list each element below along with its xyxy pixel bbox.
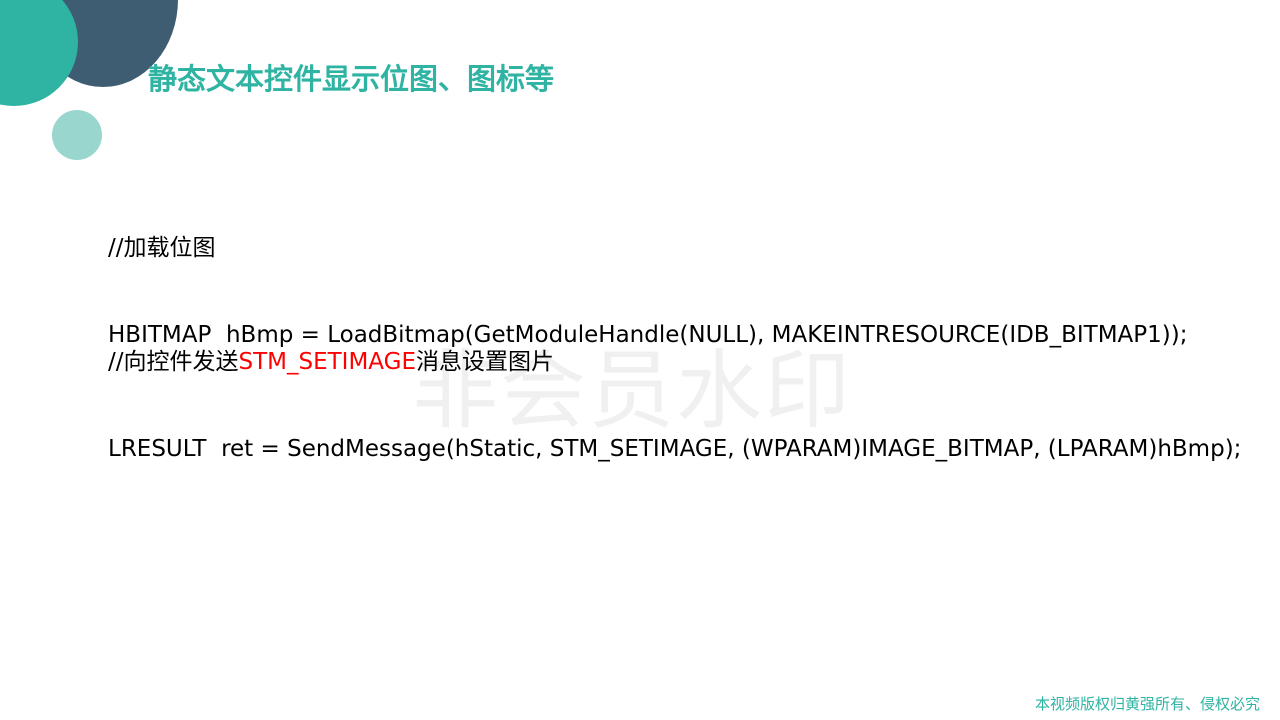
code-statement: LRESULT ret = SendMessage(hStatic, STM_S… <box>108 436 1242 462</box>
decorative-circle-teal <box>0 0 78 106</box>
code-block-send-message: //向控件发送STM_SETIMAGE消息设置图片 LRESULT ret = … <box>108 290 1241 522</box>
slide: 静态文本控件显示位图、图标等 非会员水印 //加载位图 HBITMAP hBmp… <box>0 0 1280 720</box>
code-comment: //加载位图 <box>108 235 216 261</box>
code-comment: //向控件发送STM_SETIMAGE消息设置图片 <box>108 348 1241 377</box>
comment-prefix: //向控件发送 <box>108 349 239 375</box>
slide-title: 静态文本控件显示位图、图标等 <box>148 62 555 96</box>
comment-suffix: 消息设置图片 <box>416 349 554 375</box>
copyright-footer: 本视频版权归黄强所有、侵权必究 <box>1034 695 1260 713</box>
decorative-circle-light <box>52 110 102 160</box>
comment-highlight: STM_SETIMAGE <box>238 349 417 375</box>
